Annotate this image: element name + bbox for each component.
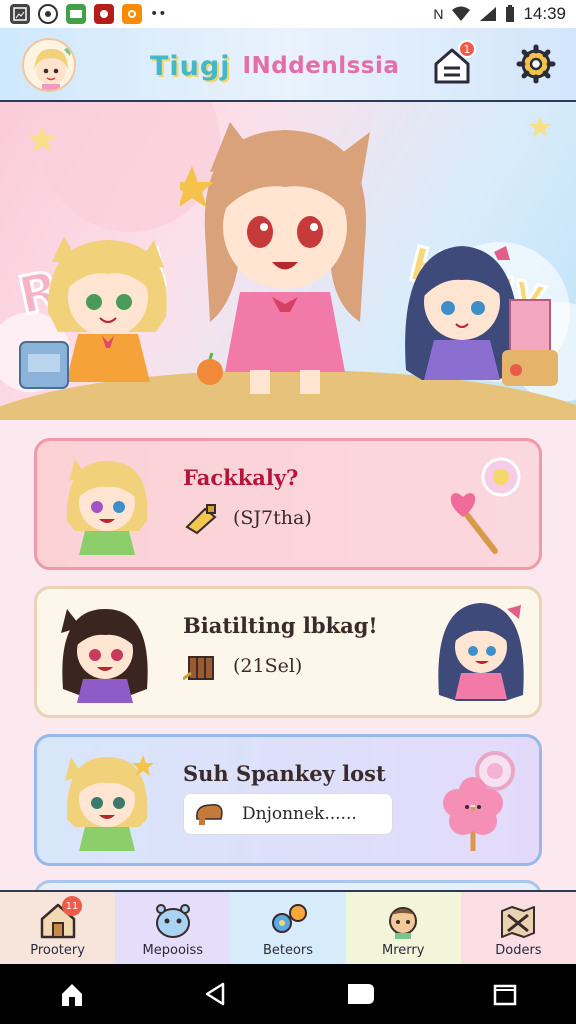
- app-title-part2: INddenlssia: [242, 53, 400, 79]
- nav-label: Mrerry: [381, 943, 425, 958]
- back-icon[interactable]: [201, 980, 229, 1008]
- avatar-character-icon: [34, 44, 72, 90]
- backpack-icon: [19, 341, 69, 389]
- notification-badge: 1: [458, 40, 476, 58]
- card3-title: Suh Spankey lost: [183, 761, 386, 786]
- card1-item-icon: [185, 504, 217, 535]
- card2-item-icon: [183, 656, 214, 681]
- recents-icon[interactable]: [491, 980, 519, 1008]
- hero-banner: Roal! Houy: [0, 102, 576, 420]
- nav-label: Mepooiss: [142, 943, 204, 958]
- app-switcher-icon[interactable]: [344, 980, 376, 1008]
- card2-title: Biatilting lbkag!: [183, 613, 378, 638]
- bottom-navigation: 11 Prootery Mepooiss Beteors Mrerry Dode…: [0, 890, 576, 964]
- nav-item-mepooiss[interactable]: Mepooiss: [115, 892, 231, 964]
- app-header: Tiugj INddenlssia 1: [0, 28, 576, 102]
- nav-item-doders[interactable]: Doders: [460, 892, 576, 964]
- settings-button[interactable]: [514, 42, 558, 86]
- more-dots-icon: ••: [150, 6, 167, 22]
- gear-icon: [516, 44, 556, 84]
- nav-item-prootery[interactable]: 11 Prootery: [0, 892, 116, 964]
- chrome-icon: [38, 4, 58, 24]
- camera-icon: [122, 4, 142, 24]
- card1-title: Fackkaly?: [183, 465, 299, 490]
- nav-badge: 11: [62, 896, 82, 916]
- candy-flower-icon: [443, 751, 515, 851]
- nfc-icon: N: [433, 6, 444, 22]
- card2-side-character-icon: [438, 603, 524, 701]
- nav-label: Beteors: [262, 943, 314, 958]
- flower-bird-icon: [272, 904, 307, 933]
- wifi-icon: [452, 6, 471, 21]
- status-bar: •• N 14:39: [0, 0, 576, 28]
- signal-icon: [480, 7, 497, 21]
- gallery-icon: [10, 4, 30, 24]
- quest-card-1[interactable]: Fackkaly? (SJ7tha): [34, 438, 542, 570]
- app-title: Tiugj INddenlssia: [150, 46, 410, 86]
- nav-label: Doders: [495, 943, 542, 958]
- system-navigation-bar: [0, 964, 576, 1024]
- card3-character-icon: [65, 755, 154, 851]
- character-icon: [389, 907, 418, 939]
- card2-character-icon: [61, 609, 148, 703]
- map-icon: [501, 906, 536, 938]
- avatar[interactable]: [22, 38, 76, 92]
- monster-icon: [155, 904, 190, 938]
- apple-icon: [197, 352, 223, 385]
- battery-icon: [506, 5, 515, 22]
- app-title-part1: Tiugj: [150, 50, 231, 82]
- pinterest-icon: [94, 4, 114, 24]
- heart-wand-icon: [450, 457, 521, 554]
- home-notification-button[interactable]: 1: [430, 40, 476, 86]
- shop-stall-icon: [502, 299, 558, 386]
- status-time: 14:39: [523, 4, 566, 23]
- nav-label: Prootery: [30, 943, 85, 958]
- nav-item-mrerry[interactable]: Mrerry: [345, 892, 461, 964]
- card2-detail: (21Sel): [233, 655, 303, 677]
- card1-detail: (SJ7tha): [233, 507, 312, 529]
- quest-card-3[interactable]: Suh Spankey lost Dnjonnek......: [34, 734, 542, 866]
- card3-field-icon: [196, 804, 223, 825]
- card1-character-icon: [66, 459, 148, 555]
- quest-card-2[interactable]: Biatilting lbkag! (21Sel): [34, 586, 542, 718]
- message-icon: [66, 4, 86, 24]
- nav-item-beteors[interactable]: Beteors: [230, 892, 346, 964]
- home-icon[interactable]: [58, 980, 86, 1008]
